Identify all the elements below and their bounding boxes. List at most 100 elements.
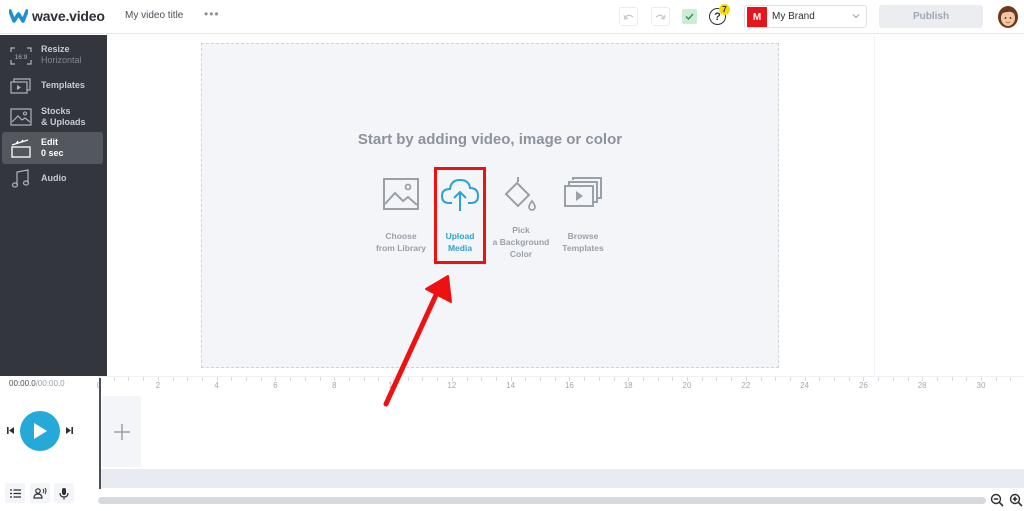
user-avatar[interactable] [997,5,1019,29]
sidebar-item-templates[interactable]: Templates [2,70,103,102]
sidebar-item-stocks-uploads[interactable]: Stocks & Uploads [2,101,103,133]
ruler-tick [128,377,130,381]
top-bar: wave.video My video title ••• ? 7 M My B… [0,0,1024,34]
sidebar-label: Audio [41,173,67,183]
total-time: /00:00.0 [35,379,65,388]
voiceover-button[interactable] [30,483,50,503]
play-button[interactable] [20,411,60,451]
ruler-tick [304,377,306,381]
ruler-tick [878,377,880,381]
sidebar-sublabel: 0 sec [41,148,64,158]
publish-button[interactable]: Publish [879,5,983,28]
templates-icon [564,177,602,207]
chevron-down-icon [852,14,860,19]
ruler-label: 14 [506,381,516,390]
option-label-line: Templates [562,243,604,253]
sidebar-item-edit[interactable]: Edit 0 sec [2,132,103,164]
zoom-out-icon[interactable] [990,493,1004,507]
ruler-tick [290,377,292,381]
option-label-line: a Background [492,237,550,247]
playhead[interactable] [99,378,101,489]
ruler-tick [907,377,909,381]
sidebar-label: Templates [41,80,85,90]
timeline-scrollbar[interactable] [98,497,986,504]
ruler-label: 12 [447,381,457,390]
ruler-tick [716,377,718,381]
image-icon [383,178,419,210]
ruler-tick [319,377,321,381]
svg-text:16:9: 16:9 [15,54,28,61]
ruler-label: 10 [388,381,398,390]
option-label-line: Color [509,249,533,259]
ruler-tick [554,377,556,381]
ruler-label: 18 [623,381,633,390]
plus-icon [113,423,130,440]
ruler-tick [731,377,733,381]
layers-button[interactable] [5,483,25,503]
more-options-button[interactable]: ••• [204,7,220,21]
ruler-tick [407,377,409,381]
sidebar-label: Resize [41,44,70,54]
brand-name: My Brand [772,11,815,22]
undo-button[interactable] [619,7,638,26]
ruler-tick [113,377,115,381]
audio-track[interactable] [101,469,1024,488]
sidebar: 16:9 Resize Horizontal Templates Stocks … [0,35,107,376]
saved-status [682,9,697,24]
redo-button[interactable] [651,7,670,26]
ruler-tick [143,377,145,381]
undo-icon [623,14,634,20]
ruler-label: 28 [917,381,927,390]
ruler-tick [495,377,497,381]
ruler-label: 26 [858,381,868,390]
ruler-tick [1010,377,1012,381]
add-clip-button[interactable] [102,396,141,467]
image-icon [10,106,32,128]
ruler-label: 2 [155,381,161,390]
sidebar-sublabel: & Uploads [41,117,86,127]
sidebar-item-resize[interactable]: 16:9 Resize Horizontal [2,40,103,72]
timeline [0,376,1024,511]
current-time: 00:00.0 [9,379,36,388]
zoom-in-icon[interactable] [1009,493,1023,507]
notification-badge: 7 [719,4,730,15]
logo[interactable]: wave.video [9,8,105,24]
ruler-tick [892,377,894,381]
record-audio-button[interactable] [54,483,74,503]
ruler-tick [525,377,527,381]
ruler-tick [246,377,247,381]
ruler-tick [363,377,365,381]
ruler-tick [422,377,424,381]
ruler-label: 24 [800,381,810,390]
ruler-tick [260,377,262,381]
aspect-ratio-icon: 16:9 [10,45,32,67]
ruler-tick [598,377,600,381]
brand-select[interactable]: M My Brand [744,5,867,28]
canvas-prompt: Start by adding video, image or color [357,131,623,148]
ruler-tick [348,377,350,381]
ruler-label: 16 [564,381,574,390]
skip-back-icon[interactable] [6,426,15,435]
ruler-tick [760,377,762,381]
ruler-label: 4 [214,381,219,390]
browse-templates-button[interactable]: Browse Templates [548,172,618,254]
ruler-tick [466,377,468,381]
ruler-label: 30 [976,381,986,390]
paint-bucket-icon [504,177,536,211]
skip-forward-icon[interactable] [65,426,74,435]
option-label-line: Pick [512,225,530,235]
logo-text: wave.video [32,8,105,24]
sidebar-label: Edit [41,137,58,147]
sidebar-item-audio[interactable]: Audio [2,163,103,195]
timeline-ruler[interactable]: 024681012141618202224262830 [97,376,1024,392]
ruler-tick [584,377,586,381]
ruler-label: 8 [331,381,337,390]
ruler-tick [834,377,835,381]
ruler-tick [201,377,203,381]
pick-background-color-button[interactable]: Pick a Background Color [486,172,556,260]
play-icon [34,423,47,439]
video-title[interactable]: My video title [125,10,183,21]
clapperboard-icon [10,137,32,159]
redo-icon [655,14,666,20]
ruler-tick [951,377,953,381]
